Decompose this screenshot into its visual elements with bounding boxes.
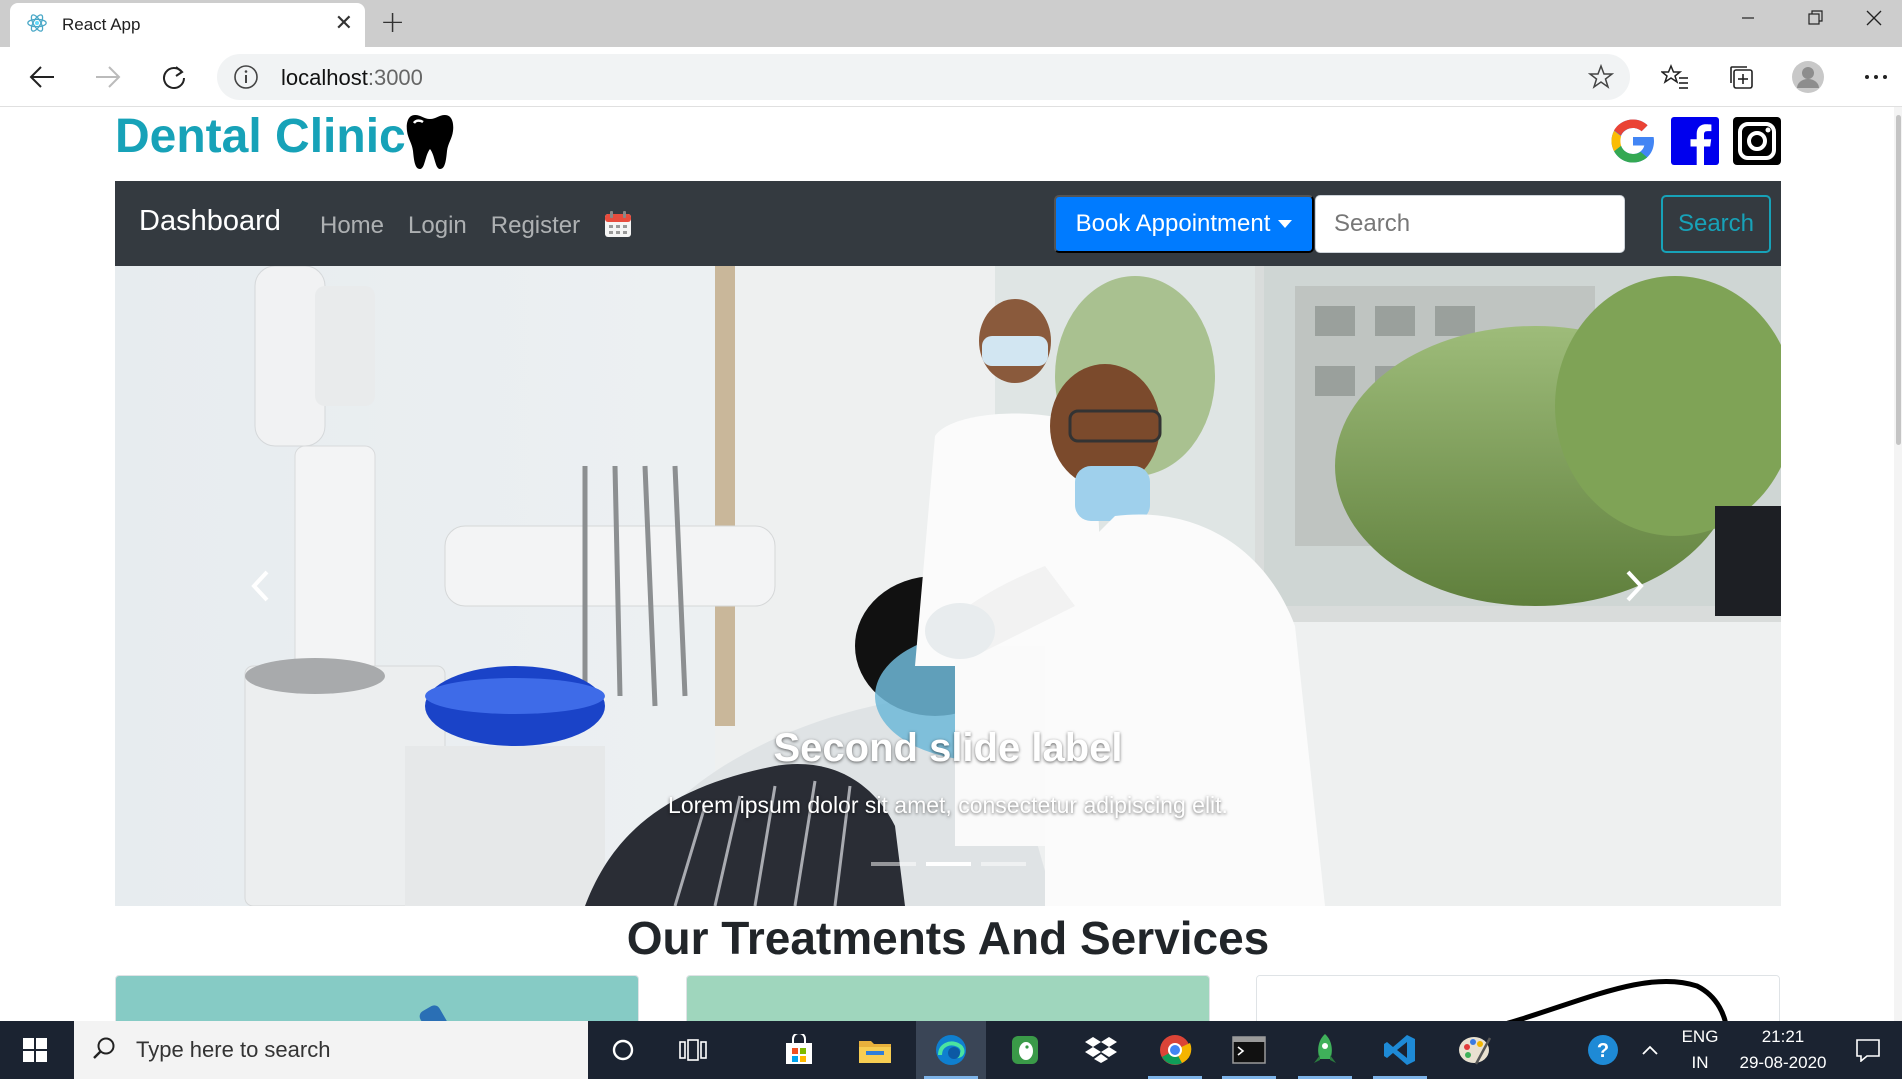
paint-icon[interactable] (1440, 1021, 1510, 1079)
evernote-icon[interactable] (990, 1021, 1060, 1079)
carousel-caption-title: Second slide label (773, 726, 1123, 770)
more-options-icon[interactable] (1858, 59, 1894, 95)
windows-taskbar: Type here to search ? ENG IN 21:21 29-08… (0, 1021, 1902, 1079)
svg-text:?: ? (1597, 1040, 1609, 1062)
page-viewport: Dental Clinic Dashboard Home Login Regis… (0, 107, 1902, 1021)
nav-link-login[interactable]: Login (408, 212, 467, 240)
address-bar[interactable]: localhost:3000 (217, 54, 1630, 100)
language-label: ENG (1681, 1027, 1719, 1046)
edge-browser-icon[interactable] (916, 1021, 986, 1079)
address-text[interactable]: localhost:3000 (281, 65, 423, 91)
favorites-icon[interactable] (1657, 59, 1693, 95)
taskbar-search-box[interactable]: Type here to search (74, 1021, 588, 1079)
nav-links: Home Login Register (320, 210, 632, 242)
browser-toolbar: localhost:3000 (0, 47, 1902, 107)
forward-icon[interactable] (90, 59, 126, 95)
taskbar-search-placeholder: Type here to search (136, 1037, 331, 1062)
new-tab-icon[interactable]: + (380, 6, 405, 40)
main-navbar: Dashboard Home Login Register Book Appoi… (115, 181, 1781, 266)
profile-avatar[interactable] (1790, 59, 1826, 95)
service-card-2-image (687, 976, 1209, 1021)
service-card-1-image (116, 976, 638, 1021)
cortana-icon[interactable] (588, 1021, 658, 1079)
rocket-app-icon[interactable] (1290, 1021, 1360, 1079)
google-icon[interactable] (1609, 117, 1657, 169)
carousel-caption-text: Lorem ipsum dolor sit amet, consectetur … (668, 792, 1228, 818)
region-label: IN (1691, 1053, 1709, 1072)
scrollbar-thumb[interactable] (1896, 115, 1901, 445)
file-explorer-icon[interactable] (840, 1021, 910, 1079)
collections-icon[interactable] (1723, 59, 1759, 95)
tab-title: React App (62, 15, 141, 34)
tab-close-icon[interactable]: ✕ (335, 13, 353, 35)
refresh-icon[interactable] (156, 59, 192, 95)
calendar-icon (604, 210, 632, 242)
carousel-indicators (115, 862, 1781, 866)
social-links (1609, 117, 1781, 169)
favorite-star-icon[interactable] (1587, 63, 1615, 94)
info-icon[interactable] (233, 64, 259, 94)
language-indicator[interactable]: ENG IN (1672, 1027, 1728, 1073)
brand-title[interactable]: Dental Clinic (115, 109, 406, 164)
brand-header: Dental Clinic (115, 107, 1781, 181)
notifications-icon[interactable] (1840, 1021, 1896, 1079)
clock-time: 21:21 (1761, 1027, 1805, 1046)
clock[interactable]: 21:21 29-08-2020 (1728, 1027, 1838, 1073)
carousel-next-icon[interactable] (1605, 556, 1665, 616)
browser-tab[interactable]: React App ✕ (10, 3, 365, 47)
dropbox-icon[interactable] (1066, 1021, 1136, 1079)
carousel-indicator-2[interactable] (925, 862, 971, 866)
terminal-icon[interactable] (1214, 1021, 1284, 1079)
nav-link-home[interactable]: Home (320, 212, 384, 240)
search-input[interactable] (1315, 195, 1625, 253)
help-icon[interactable]: ? (1580, 1021, 1626, 1079)
task-view-icon[interactable] (658, 1021, 728, 1079)
windows-start-icon[interactable] (0, 1021, 70, 1079)
instagram-icon[interactable] (1733, 117, 1781, 169)
facebook-icon[interactable] (1671, 117, 1719, 169)
tooth-icon (405, 113, 455, 175)
page-scrollbar[interactable] (1894, 107, 1902, 1021)
search-button[interactable]: Search (1661, 195, 1771, 253)
search-icon (92, 1036, 116, 1064)
section-title: Our Treatments And Services (626, 912, 1270, 964)
service-card-2[interactable] (686, 975, 1210, 1021)
minimize-icon[interactable] (1720, 0, 1776, 36)
book-appointment-dropdown[interactable]: Book Appointment (1054, 195, 1314, 253)
carousel-indicator-3[interactable] (980, 862, 1026, 866)
nav-link-register[interactable]: Register (491, 212, 580, 240)
service-card-3-image (1257, 976, 1779, 1021)
react-logo-icon (26, 12, 48, 38)
close-window-icon[interactable] (1846, 0, 1902, 36)
carousel-prev-icon[interactable] (230, 556, 290, 616)
vscode-icon[interactable] (1365, 1021, 1435, 1079)
store-icon[interactable] (764, 1021, 834, 1079)
show-hidden-icons-chevron-icon[interactable] (1630, 1021, 1670, 1079)
back-icon[interactable] (24, 59, 60, 95)
caret-down-icon (1278, 220, 1293, 228)
browser-tab-strip: React App ✕ + (0, 0, 1902, 47)
service-card-1[interactable] (115, 975, 639, 1021)
chrome-icon[interactable] (1140, 1021, 1210, 1079)
clock-date: 29-08-2020 (1739, 1053, 1827, 1072)
navbar-brand-dashboard[interactable]: Dashboard (139, 205, 281, 238)
hero-carousel: Second slide label Lorem ipsum dolor sit… (115, 266, 1781, 906)
carousel-indicator-1[interactable] (870, 862, 916, 866)
service-card-3[interactable] (1256, 975, 1780, 1021)
book-appointment-label: Book Appointment (1075, 210, 1271, 237)
restore-icon[interactable] (1788, 0, 1844, 36)
